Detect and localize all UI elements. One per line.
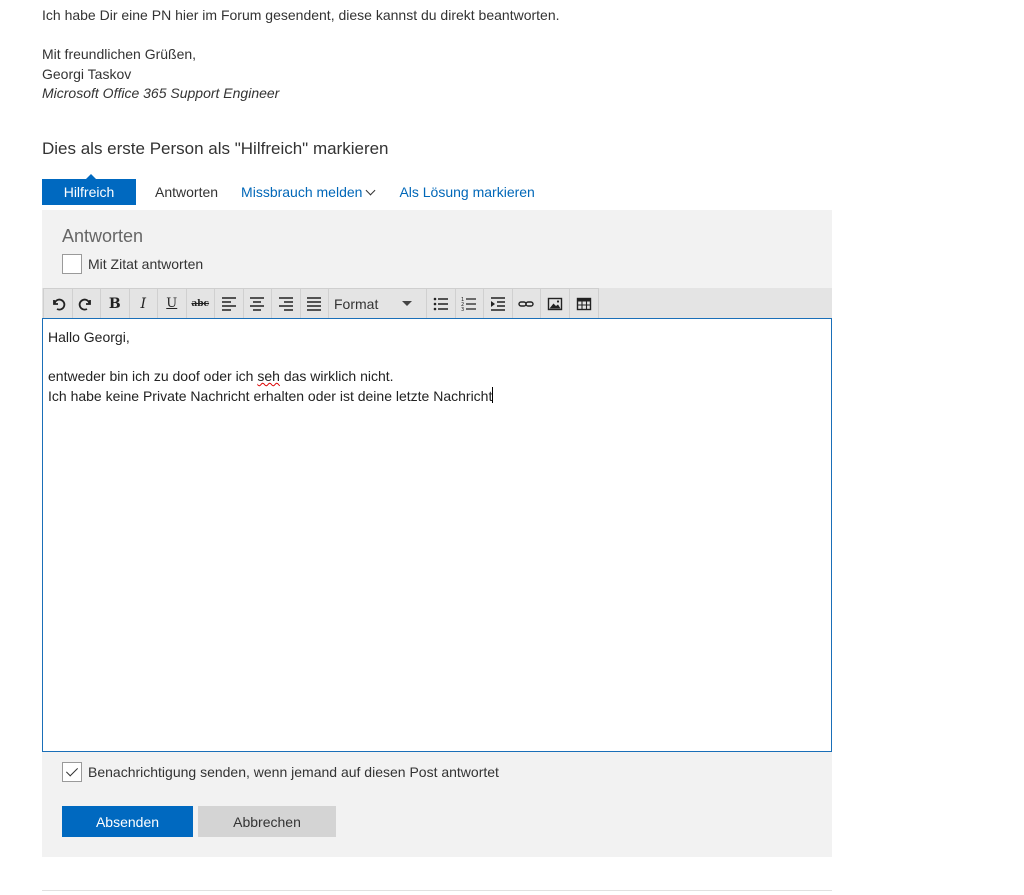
editor-text: entweder bin ich zu doof oder ich xyxy=(48,368,258,384)
align-right-button[interactable] xyxy=(272,289,301,318)
post-message: Ich habe Dir eine PN hier im Forum gesen… xyxy=(42,7,560,23)
insert-image-button[interactable] xyxy=(541,289,570,318)
post-greeting: Mit freundlichen Grüßen, xyxy=(42,46,197,62)
format-dropdown-label: Format xyxy=(334,295,379,312)
numbered-list-button[interactable]: 123 xyxy=(456,289,484,318)
indent-button[interactable] xyxy=(484,289,513,318)
quote-checkbox[interactable] xyxy=(62,254,82,274)
notify-checkbox[interactable] xyxy=(62,762,82,782)
underline-button[interactable]: U xyxy=(158,289,187,318)
notify-option: Benachrichtigung senden, wenn jemand auf… xyxy=(62,762,499,782)
align-right-icon xyxy=(278,296,293,311)
spelling-error-word: seh xyxy=(257,368,280,384)
svg-text:3: 3 xyxy=(461,307,464,312)
editor-line: Hallo Georgi, xyxy=(48,329,130,345)
editor-toolbar: B I U abc Format 123 xyxy=(42,288,832,319)
table-icon xyxy=(576,297,591,310)
post-body: Ich habe Dir eine PN hier im Forum gesen… xyxy=(42,6,560,104)
report-abuse-link[interactable]: Missbrauch melden xyxy=(241,184,376,200)
justify-button[interactable] xyxy=(301,289,329,318)
align-left-icon xyxy=(221,296,236,311)
editor-line: Ich habe keine Private Nachricht erhalte… xyxy=(48,386,826,407)
submit-button[interactable]: Absenden xyxy=(62,806,193,837)
editor-text: Ich habe keine Private Nachricht erhalte… xyxy=(48,387,493,404)
align-center-icon xyxy=(250,296,265,311)
mark-as-solution-link[interactable]: Als Lösung markieren xyxy=(399,184,534,200)
checkmark-icon xyxy=(65,764,79,777)
redo-icon xyxy=(78,298,92,310)
undo-icon xyxy=(52,298,66,310)
image-icon xyxy=(547,297,562,310)
caret-down-icon xyxy=(402,301,412,306)
link-icon xyxy=(518,300,534,307)
format-dropdown[interactable]: Format xyxy=(329,289,427,318)
justify-icon xyxy=(307,296,322,311)
bullet-list-icon xyxy=(433,297,448,310)
toolbar-group-history-formatting: B I U abc Format 123 xyxy=(43,288,599,319)
post-action-bar: Hilfreich Antworten Missbrauch melden Al… xyxy=(42,174,535,205)
divider xyxy=(42,890,832,891)
text-cursor xyxy=(492,386,494,403)
numbered-list-icon: 123 xyxy=(461,297,477,312)
reply-panel-title: Antworten xyxy=(62,226,144,246)
quote-option: Mit Zitat antworten xyxy=(62,254,203,274)
notify-checkbox-label: Benachrichtigung senden, wenn jemand auf… xyxy=(88,764,499,780)
editor-line: entweder bin ich zu doof oder ich seh da… xyxy=(48,367,826,387)
italic-button[interactable]: I xyxy=(130,289,158,318)
bold-button[interactable]: B xyxy=(101,289,130,318)
report-abuse-label: Missbrauch melden xyxy=(241,184,363,200)
helpful-prompt: Dies als erste Person als "Hilfreich" ma… xyxy=(42,139,389,158)
align-center-button[interactable] xyxy=(244,289,272,318)
cancel-button[interactable]: Abbrechen xyxy=(198,806,336,837)
reply-editor[interactable]: Hallo Georgi, entweder bin ich zu doof o… xyxy=(42,318,832,752)
indent-icon xyxy=(490,296,505,311)
insert-link-button[interactable] xyxy=(513,289,541,318)
strikethrough-button[interactable]: abc xyxy=(187,289,215,318)
redo-button[interactable] xyxy=(73,289,101,318)
bullet-list-button[interactable] xyxy=(427,289,456,318)
post-author-title: Microsoft Office 365 Support Engineer xyxy=(42,85,280,101)
align-left-button[interactable] xyxy=(215,289,244,318)
helpful-button[interactable]: Hilfreich xyxy=(42,174,136,205)
quote-checkbox-label: Mit Zitat antworten xyxy=(88,256,204,272)
editor-text: das wirklich nicht. xyxy=(279,368,394,384)
reply-panel: Antworten Mit Zitat antworten B I U abc xyxy=(42,210,832,857)
insert-table-button[interactable] xyxy=(570,289,599,318)
reply-link[interactable]: Antworten xyxy=(155,184,218,200)
chevron-down-icon xyxy=(365,185,376,195)
post-author-name: Georgi Taskov xyxy=(42,65,132,82)
undo-button[interactable] xyxy=(44,289,73,318)
